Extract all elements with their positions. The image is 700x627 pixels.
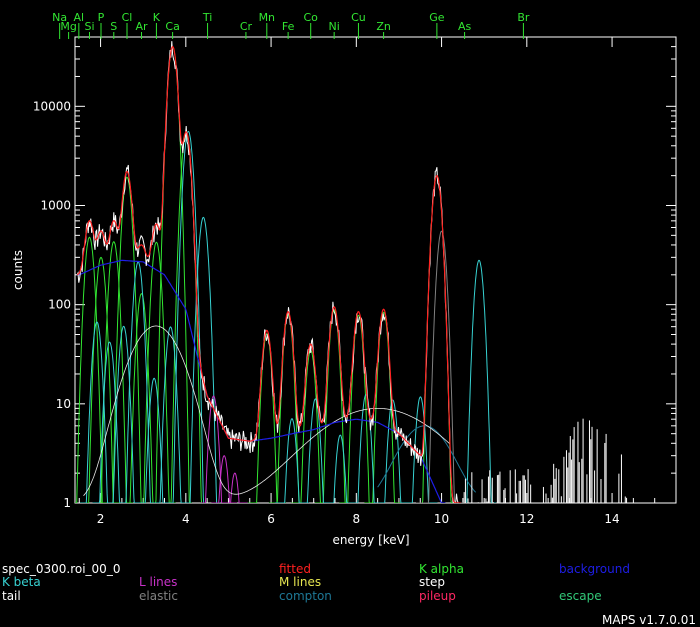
k-beta-line xyxy=(403,396,438,503)
element-marker-cl: Cl xyxy=(122,11,133,24)
legend-item-k-beta: K beta xyxy=(2,575,41,589)
x-tick-label: 14 xyxy=(604,512,619,526)
k-beta-line xyxy=(186,216,221,503)
element-marker-si: Si xyxy=(84,20,94,33)
x-tick-label: 6 xyxy=(267,512,275,526)
legend-item-step: step xyxy=(419,575,445,589)
x-tick-label: 12 xyxy=(519,512,534,526)
x-tick-label: 8 xyxy=(352,512,360,526)
plot-axes: 2 4 6 8 10 12 14110100100010000NaMgAlSiPSClArK… xyxy=(33,11,677,526)
l-lines xyxy=(200,395,227,503)
element-marker-mn: Mn xyxy=(259,11,275,24)
k-beta-line xyxy=(323,434,358,503)
element-marker-cr: Cr xyxy=(240,20,253,33)
series-layer xyxy=(75,41,628,503)
legend-item-elastic: elastic xyxy=(139,589,178,603)
y-tick-label: 1000 xyxy=(40,198,71,212)
x-tick-label: 10 xyxy=(434,512,449,526)
legend-item-m-lines: M lines xyxy=(279,575,322,589)
legend-item-escape: escape xyxy=(559,589,602,603)
spectrum-plot: 2 4 6 8 10 12 14110100100010000NaMgAlSiPSClArK… xyxy=(11,11,677,547)
element-marker-ar: Ar xyxy=(135,20,148,33)
y-axis-label: counts xyxy=(11,250,25,290)
k-beta-line xyxy=(298,398,333,503)
k-beta-line xyxy=(462,259,497,503)
element-marker-as: As xyxy=(458,20,472,33)
l-lines xyxy=(222,472,248,503)
element-marker-cu: Cu xyxy=(351,11,366,24)
y-tick-label: 1 xyxy=(63,496,71,510)
y-tick-label: 10 xyxy=(56,397,71,411)
x-axis-label: energy [keV] xyxy=(332,533,409,547)
element-marker-s: S xyxy=(110,20,117,33)
y-tick-label: 10000 xyxy=(33,99,71,113)
legend-item-pileup: pileup xyxy=(419,589,456,603)
element-marker-k: K xyxy=(153,11,161,24)
legend-item-l-lines: L lines xyxy=(139,575,178,589)
x-tick-label: 4 xyxy=(182,512,190,526)
element-marker-ni: Ni xyxy=(329,20,340,33)
legend-item-background: background xyxy=(559,562,630,576)
element-marker-ca: Ca xyxy=(165,20,179,33)
legend-item-tail: tail xyxy=(2,589,21,603)
plot-series xyxy=(75,41,628,503)
element-marker-zn: Zn xyxy=(376,20,391,33)
version-label: MAPS v1.7.0.01 xyxy=(602,613,696,627)
y-tick-label: 100 xyxy=(48,298,71,312)
element-marker-p: P xyxy=(98,11,105,24)
element-marker-co: Co xyxy=(304,11,319,24)
element-marker-br: Br xyxy=(517,11,530,24)
element-marker-fe: Fe xyxy=(282,20,295,33)
x-tick-label: 2 xyxy=(97,512,105,526)
element-marker-al: Al xyxy=(74,11,85,24)
element-marker-ti: Ti xyxy=(202,11,212,24)
k-alpha-line xyxy=(315,309,354,503)
element-marker-ge: Ge xyxy=(429,11,445,24)
k-alpha-line xyxy=(364,311,403,503)
legend-item-compton: compton xyxy=(279,589,332,603)
k-alpha-line xyxy=(167,132,206,503)
k-alpha-line xyxy=(122,292,161,503)
